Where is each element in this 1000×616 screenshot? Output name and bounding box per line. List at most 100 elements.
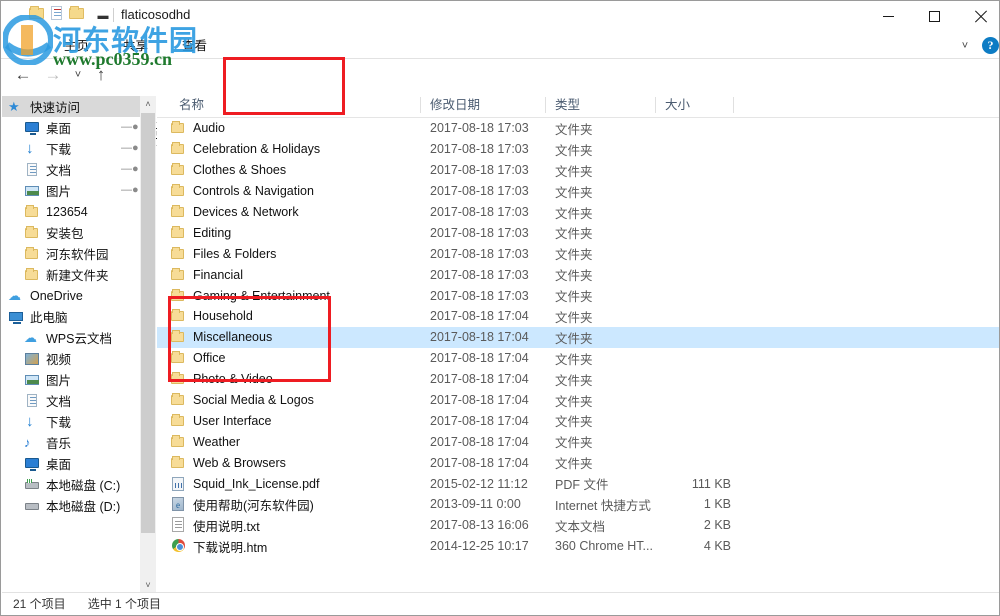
download-icon: ↓: [26, 139, 34, 157]
sidebar-item[interactable]: 此电脑: [2, 306, 140, 327]
column-header-type[interactable]: 类型: [546, 93, 656, 117]
sidebar-item[interactable]: 新建文件夹: [2, 264, 140, 285]
new-folder-icon[interactable]: [69, 5, 85, 21]
table-row[interactable]: 下载说明.htm 2014-12-25 10:17 360 Chrome HT...…: [157, 536, 999, 557]
table-row[interactable]: Squid_Ink_License.pdf 2015-02-12 11:12 PDF…: [157, 473, 999, 494]
folder-icon: [171, 309, 184, 322]
table-row[interactable]: User Interface 2017-08-18 17:04 文件夹: [157, 410, 999, 431]
sidebar-item[interactable]: 安装包: [2, 222, 140, 243]
sidebar-item[interactable]: 本地磁盘 (D:): [2, 495, 140, 516]
file-type-cell: 文件夹: [555, 290, 593, 305]
sidebar-item[interactable]: 桌面 —●: [2, 117, 140, 138]
table-row[interactable]: Weather 2017-08-18 17:04 文件夹: [157, 431, 999, 452]
file-name-cell[interactable]: Controls & Navigation: [170, 183, 314, 199]
sidebar-item[interactable]: ↓ 下载 —●: [2, 138, 140, 159]
pin-icon[interactable]: —●: [121, 142, 139, 154]
tab-home[interactable]: 主页: [59, 35, 94, 57]
file-type-cell: Internet 快捷方式: [555, 498, 651, 513]
table-row[interactable]: Controls & Navigation 2017-08-18 17:03 文件夹: [157, 181, 999, 202]
folder-icon[interactable]: [29, 5, 45, 21]
table-row[interactable]: Financial 2017-08-18 17:03 文件夹: [157, 264, 999, 285]
file-name-cell[interactable]: Web & Browsers: [170, 455, 286, 471]
file-name-cell[interactable]: Miscellaneous: [170, 329, 272, 345]
up-button[interactable]: ↑: [89, 63, 113, 87]
nav-icon: [24, 120, 40, 136]
pin-icon[interactable]: —●: [121, 121, 139, 133]
minimize-button[interactable]: [865, 1, 911, 31]
table-row[interactable]: Devices & Network 2017-08-18 17:03 文件夹: [157, 202, 999, 223]
chevron-down-icon[interactable]: ˅: [956, 37, 974, 55]
table-row[interactable]: Social Media & Logos 2017-08-18 17:04 文件夹: [157, 390, 999, 411]
sidebar-item[interactable]: ♪ 音乐: [2, 432, 140, 453]
navigation-scrollbar[interactable]: ˄ ˅: [140, 96, 156, 593]
table-row[interactable]: Office 2017-08-18 17:04 文件夹: [157, 348, 999, 369]
sidebar-item[interactable]: 文档: [2, 390, 140, 411]
file-name-cell[interactable]: Gaming & Entertainment: [170, 288, 330, 304]
sidebar-item[interactable]: 桌面: [2, 453, 140, 474]
properties-icon[interactable]: [49, 5, 65, 21]
qat-dropdown-icon[interactable]: ▬: [97, 10, 109, 22]
column-header-date[interactable]: 修改日期: [421, 93, 546, 117]
maximize-button[interactable]: [911, 1, 957, 31]
sidebar-item[interactable]: ☁ WPS云文档: [2, 327, 140, 348]
file-name-cell[interactable]: 使用帮助(河东软件园): [170, 495, 314, 514]
scroll-up-icon[interactable]: ˄: [140, 96, 156, 112]
scrollbar-thumb[interactable]: [141, 113, 155, 533]
sidebar-item[interactable]: ☁ OneDrive: [2, 285, 140, 306]
file-name-label: Web & Browsers: [193, 455, 286, 470]
ribbon-divider: [1, 58, 999, 59]
table-row[interactable]: Household 2017-08-18 17:04 文件夹: [157, 306, 999, 327]
tab-view[interactable]: 查看: [177, 35, 212, 57]
sidebar-item[interactable]: 123654: [2, 201, 140, 222]
table-row[interactable]: Photo & Video 2017-08-18 17:04 文件夹: [157, 369, 999, 390]
file-name-cell[interactable]: Weather: [170, 434, 240, 450]
sidebar-item[interactable]: ★ 快速访问: [2, 96, 140, 117]
forward-button[interactable]: →: [41, 63, 65, 87]
file-name-cell[interactable]: Celebration & Holidays: [170, 141, 320, 157]
file-type-cell: 文件夹: [555, 394, 593, 409]
sidebar-item[interactable]: 视频: [2, 348, 140, 369]
table-row[interactable]: 使用说明.txt 2017-08-13 16:06 文本文档 2 KB: [157, 515, 999, 536]
pin-icon[interactable]: —●: [121, 184, 139, 196]
navigation-pane[interactable]: ★ 快速访问 桌面 —● ↓ 下载 —● 文档 —● 图片 —● 123654 安装包 河东软件园 新建文件…: [2, 96, 140, 593]
file-name-cell[interactable]: Devices & Network: [170, 204, 299, 220]
table-row[interactable]: Editing 2017-08-18 17:03 文件夹: [157, 222, 999, 243]
table-row[interactable]: Miscellaneous 2017-08-18 17:04 文件夹: [157, 326, 999, 348]
recent-locations-icon[interactable]: ˅: [69, 63, 87, 87]
sidebar-item[interactable]: 文档 —●: [2, 159, 140, 180]
file-name-cell[interactable]: Photo & Video: [170, 371, 273, 387]
column-header-name[interactable]: 名称: [170, 93, 421, 117]
sidebar-item[interactable]: 图片: [2, 369, 140, 390]
file-name-cell[interactable]: Clothes & Shoes: [170, 162, 286, 178]
help-icon[interactable]: ?: [982, 37, 999, 54]
file-name-cell[interactable]: Financial: [170, 267, 243, 283]
back-button[interactable]: ←: [11, 63, 35, 87]
column-header-size[interactable]: 大小: [656, 93, 734, 117]
table-row[interactable]: Web & Browsers 2017-08-18 17:04 文件夹: [157, 452, 999, 473]
file-name-cell[interactable]: 使用说明.txt: [170, 516, 260, 535]
table-row[interactable]: 使用帮助(河东软件园) 2013-09-11 0:00 Internet 快捷方式 1…: [157, 494, 999, 515]
file-name-cell[interactable]: Squid_Ink_License.pdf: [170, 476, 319, 492]
tab-share[interactable]: 共享: [118, 35, 153, 57]
file-name-label: Devices & Network: [193, 205, 299, 219]
sidebar-item[interactable]: ↓ 下载: [2, 411, 140, 432]
file-name-cell[interactable]: Household: [170, 308, 253, 324]
table-row[interactable]: Clothes & Shoes 2017-08-18 17:03 文件夹: [157, 160, 999, 181]
sidebar-item[interactable]: 图片 —●: [2, 180, 140, 201]
table-row[interactable]: Gaming & Entertainment 2017-08-18 17:03 文件…: [157, 285, 999, 306]
sidebar-item[interactable]: 本地磁盘 (C:): [2, 474, 140, 495]
file-name-cell[interactable]: Files & Folders: [170, 246, 276, 262]
table-row[interactable]: Audio 2017-08-18 17:03 文件夹: [157, 118, 999, 139]
sidebar-item[interactable]: 河东软件园: [2, 243, 140, 264]
file-name-cell[interactable]: 下载说明.htm: [170, 537, 267, 556]
scroll-down-icon[interactable]: ˅: [140, 577, 156, 593]
close-button[interactable]: [957, 1, 999, 31]
file-name-cell[interactable]: Office: [170, 350, 225, 366]
file-name-cell[interactable]: Audio: [170, 120, 225, 136]
file-name-cell[interactable]: Social Media & Logos: [170, 392, 314, 408]
file-name-cell[interactable]: Editing: [170, 225, 231, 241]
file-name-cell[interactable]: User Interface: [170, 413, 272, 429]
table-row[interactable]: Celebration & Holidays 2017-08-18 17:03 文件…: [157, 139, 999, 160]
table-row[interactable]: Files & Folders 2017-08-18 17:03 文件夹: [157, 243, 999, 264]
pin-icon[interactable]: —●: [121, 163, 139, 175]
